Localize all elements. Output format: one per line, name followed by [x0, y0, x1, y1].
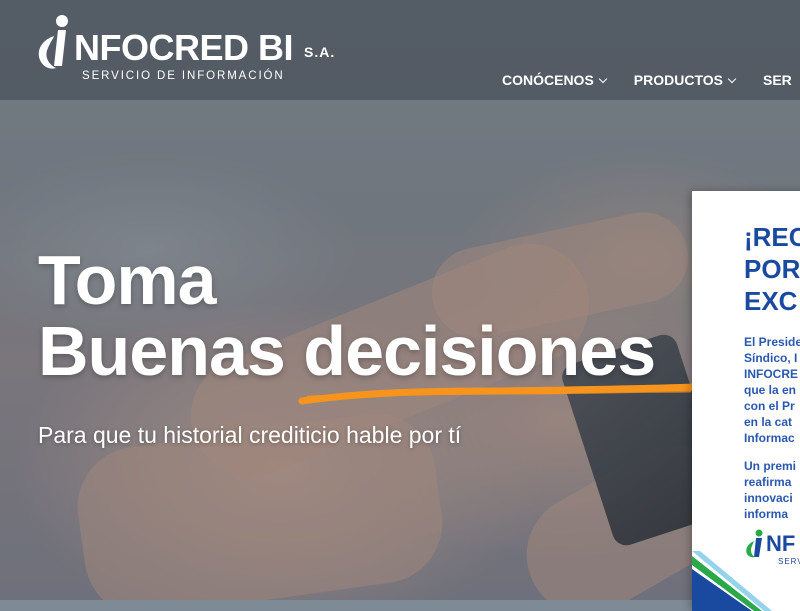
- nav-item-label: SER: [763, 72, 792, 88]
- chevron-down-icon: [727, 74, 737, 83]
- hero-headline-line1: Toma: [38, 241, 216, 319]
- decorative-stripes: [692, 551, 772, 611]
- promo-heading: ¡REC POR EXC: [744, 222, 800, 316]
- chevron-down-icon: [598, 74, 608, 83]
- brand-logo[interactable]: NFOCRED BI S.A. SERVICIO DE INFORMACIÓN: [34, 12, 344, 88]
- person-i-logo-icon: [38, 15, 68, 69]
- nav-item-conocenos[interactable]: CONÓCENOS: [502, 72, 608, 88]
- site-header: NFOCRED BI S.A. SERVICIO DE INFORMACIÓN …: [0, 0, 800, 100]
- orange-brush-underline: [298, 383, 698, 405]
- nav-item-label: CONÓCENOS: [502, 72, 594, 88]
- promo-body-text: El Preside Síndico, I INFOCRE que la en …: [744, 335, 800, 445]
- brand-suffix: S.A.: [304, 44, 336, 60]
- nav-item-productos[interactable]: PRODUCTOS: [633, 72, 737, 88]
- brand-tagline: SERVICIO DE INFORMACIÓN: [82, 70, 285, 82]
- nav-item-label: PRODUCTOS: [633, 72, 723, 88]
- hero-subtitle: Para que tu historial crediticio hable p…: [38, 422, 462, 448]
- brand-name: NFOCRED BI: [74, 27, 294, 68]
- main-nav: CONÓCENOS PRODUCTOS SER: [502, 72, 800, 88]
- hero-headline-line2: Buenas decisiones: [38, 312, 656, 390]
- nav-item-servicios[interactable]: SER: [763, 72, 792, 88]
- promo-card[interactable]: ¡REC POR EXC El Preside Síndico, I INFOC…: [692, 191, 800, 611]
- promo-body-text-2: Un premi reafirma innovaci informa: [744, 459, 797, 521]
